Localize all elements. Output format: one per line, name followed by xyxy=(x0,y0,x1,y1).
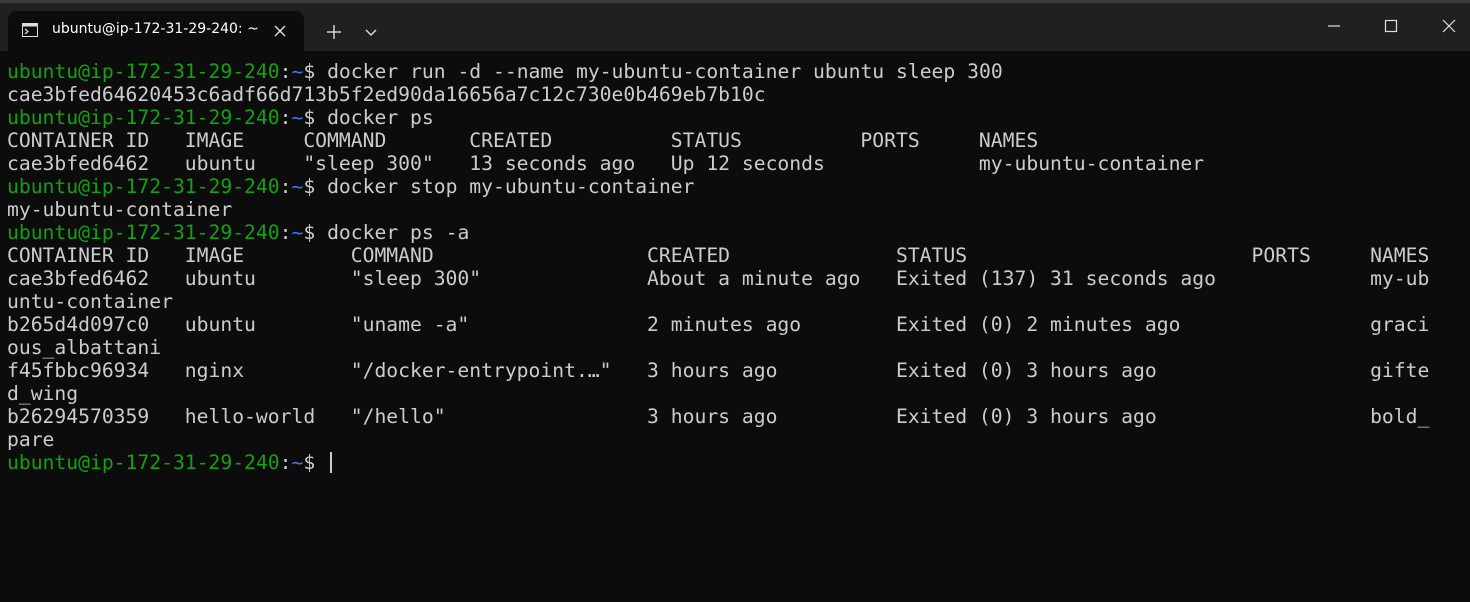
title-bar: ubuntu@ip-172-31-29-240: ~ xyxy=(0,0,1470,51)
prompt-user-host: ubuntu@ip-172-31-29-240 xyxy=(7,175,280,198)
output-line: b26294570359 hello-world "/hello" 3 hour… xyxy=(7,405,1430,428)
output-line: d_wing xyxy=(7,382,79,405)
prompt-line: ubuntu@ip-172-31-29-240:~$ docker ps -a xyxy=(7,221,1429,244)
command-text: docker run -d --name my-ubuntu-container… xyxy=(327,60,1003,83)
output-line: pare xyxy=(7,428,55,451)
prompt-symbol: $ xyxy=(303,106,328,129)
command-text: docker ps xyxy=(327,106,434,129)
prompt-path: ~ xyxy=(291,106,304,129)
prompt-line: ubuntu@ip-172-31-29-240:~$ xyxy=(7,451,1429,474)
prompt-user-host: ubuntu@ip-172-31-29-240 xyxy=(7,451,280,474)
command-text: docker stop my-ubuntu-container xyxy=(327,175,695,198)
output-line: cae3bfed6462 ubuntu "sleep 300" 13 secon… xyxy=(7,152,1205,175)
text-cursor xyxy=(330,452,333,473)
prompt-symbol: $ xyxy=(303,60,328,83)
minimize-icon[interactable] xyxy=(1320,12,1348,40)
maximize-icon[interactable] xyxy=(1377,12,1405,40)
prompt-separator: : xyxy=(279,106,292,129)
prompt-user-host: ubuntu@ip-172-31-29-240 xyxy=(7,60,280,83)
prompt-path: ~ xyxy=(291,60,304,83)
output-line: cae3bfed64620453c6adf66d713b5f2ed90da166… xyxy=(7,83,766,106)
prompt-separator: : xyxy=(279,60,292,83)
prompt-separator: : xyxy=(279,175,292,198)
prompt-symbol: $ xyxy=(303,175,328,198)
output-line: CONTAINER ID IMAGE COMMAND CREATED STATU… xyxy=(7,244,1430,267)
tab-title: ubuntu@ip-172-31-29-240: ~ xyxy=(52,21,259,37)
output-line: ous_albattani xyxy=(7,336,162,359)
output-line: cae3bfed6462 ubuntu "sleep 300" About a … xyxy=(7,267,1430,290)
prompt-separator: : xyxy=(279,221,292,244)
prompt-user-host: ubuntu@ip-172-31-29-240 xyxy=(7,106,280,129)
output-line: f45fbbc96934 nginx "/docker-entrypoint.…… xyxy=(7,359,1430,382)
prompt-symbol: $ xyxy=(303,221,328,244)
prompt-path: ~ xyxy=(291,451,304,474)
terminal-window: ubuntu@ip-172-31-29-240: ~ ubuntu@ip-172… xyxy=(0,0,1470,602)
prompt-separator: : xyxy=(279,451,292,474)
prompt-path: ~ xyxy=(291,221,304,244)
top-strip xyxy=(0,0,1470,3)
tab-active[interactable]: ubuntu@ip-172-31-29-240: ~ xyxy=(8,11,304,51)
prompt-line: ubuntu@ip-172-31-29-240:~$ docker run -d… xyxy=(7,60,1429,83)
prompt-user-host: ubuntu@ip-172-31-29-240 xyxy=(7,221,280,244)
plus-icon[interactable] xyxy=(322,21,346,43)
terminal-output[interactable]: ubuntu@ip-172-31-29-240:~$ docker run -d… xyxy=(7,60,1429,474)
output-line: CONTAINER ID IMAGE COMMAND CREATED STATU… xyxy=(7,129,1039,152)
command-text: docker ps -a xyxy=(327,221,470,244)
prompt-symbol: $ xyxy=(303,451,328,474)
output-line: untu-container xyxy=(7,290,173,313)
terminal-icon xyxy=(22,23,38,37)
close-icon[interactable] xyxy=(270,21,290,41)
output-line: my-ubuntu-container xyxy=(7,198,233,221)
chevron-down-icon[interactable] xyxy=(360,23,382,41)
prompt-line: ubuntu@ip-172-31-29-240:~$ docker ps xyxy=(7,106,1429,129)
prompt-line: ubuntu@ip-172-31-29-240:~$ docker stop m… xyxy=(7,175,1429,198)
prompt-path: ~ xyxy=(291,175,304,198)
output-line: b265d4d097c0 ubuntu "uname -a" 2 minutes… xyxy=(7,313,1430,336)
close-icon[interactable] xyxy=(1435,12,1463,40)
